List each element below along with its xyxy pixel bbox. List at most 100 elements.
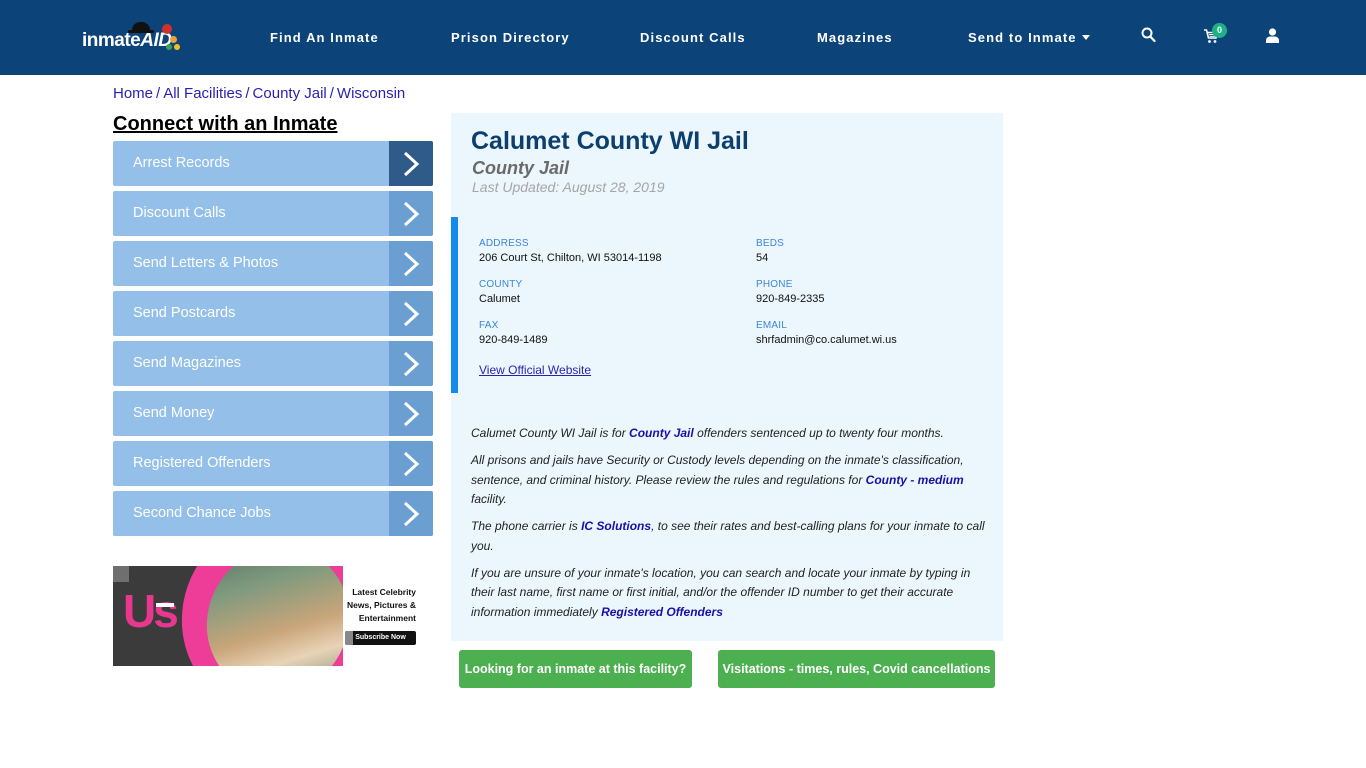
description-text: The phone carrier is (471, 519, 582, 533)
ad-tagline-line: Latest Celebrity (352, 587, 416, 597)
facility-panel: Calumet County WI Jail County Jail Last … (451, 113, 1003, 641)
sidebar-item-arrest-records[interactable]: Arrest Records (113, 141, 433, 186)
inmateaid-logo[interactable]: inmateAID (82, 22, 182, 56)
registered-offenders-link[interactable]: Registered Offenders (601, 605, 723, 619)
sidebar-item-label: Send Money (133, 405, 215, 421)
field-label: PHONE (756, 279, 793, 290)
description-paragraph: Calumet County WI Jail is for County Jai… (471, 424, 991, 444)
sidebar-item-label: Second Chance Jobs (133, 505, 271, 521)
sidebar-item-send-letters-photos[interactable]: Send Letters & Photos (113, 241, 433, 286)
logo-decoration (162, 24, 172, 34)
field-label: EMAIL (756, 320, 788, 331)
field-value: 920-849-2335 (756, 293, 825, 305)
field-value: 206 Court St, Chilton, WI 53014-1198 (479, 252, 662, 264)
nav-prison-directory[interactable]: Prison Directory (451, 30, 570, 45)
nav-send-to-inmate[interactable]: Send to Inmate (968, 30, 1090, 45)
ad-brand-tag (156, 603, 174, 607)
accent-bar (451, 217, 458, 393)
field-label: ADDRESS (479, 238, 529, 249)
field-value: 54 (756, 252, 769, 264)
us-weekly-ad-banner[interactable]: Us Latest Celebrity News, Pictures & Ent… (113, 566, 433, 666)
sidebar-item-registered-offenders[interactable]: Registered Offenders (113, 441, 433, 486)
breadcrumb-wisconsin[interactable]: Wisconsin (337, 85, 405, 102)
field-value: Calumet (479, 293, 520, 305)
sidebar-menu: Arrest Records Discount Calls Send Lette… (113, 141, 433, 541)
breadcrumb: Home / All Facilities / County Jail / Wisconsi… (113, 85, 405, 102)
chevron-right-icon (389, 391, 433, 436)
county-jail-link[interactable]: County Jail (629, 426, 694, 440)
find-inmate-at-facility-button[interactable]: Looking for an inmate at this facility? (459, 650, 692, 688)
address-field: ADDRESS 206 Court St, Chilton, WI 53014-… (479, 238, 662, 264)
logo-text: inmateAID (82, 30, 172, 51)
field-label: FAX (479, 320, 499, 331)
sidebar-title: Connect with an Inmate (113, 113, 338, 135)
ad-tagline-line: Entertainment (358, 613, 416, 623)
sidebar-item-send-magazines[interactable]: Send Magazines (113, 341, 433, 386)
beds-field: BEDS 54 (756, 238, 784, 264)
description-paragraph: If you are unsure of your inmate's locat… (471, 564, 991, 623)
top-navigation-bar: inmateAID Find An Inmate Prison Director… (0, 0, 1366, 75)
breadcrumb-county-jail[interactable]: County Jail (253, 85, 327, 102)
county-medium-link[interactable]: County - medium (866, 473, 964, 487)
sidebar-item-label: Send Magazines (133, 355, 242, 371)
chevron-right-icon (389, 191, 433, 236)
fax-field: FAX 920-849-1489 (479, 320, 548, 346)
chevron-right-icon (389, 291, 433, 336)
breadcrumb-separator: / (156, 85, 161, 102)
sidebar-item-label: Registered Offenders (133, 455, 271, 471)
search-icon[interactable] (1141, 27, 1156, 48)
breadcrumb-separator: / (329, 85, 334, 102)
chevron-right-icon (389, 491, 433, 536)
last-updated: Last Updated: August 28, 2019 (472, 179, 665, 195)
field-label: COUNTY (479, 279, 523, 290)
sidebar-item-label: Arrest Records (133, 155, 230, 171)
sidebar-item-send-postcards[interactable]: Send Postcards (113, 291, 433, 336)
logo-decoration (166, 44, 172, 50)
email-field: EMAIL shrfadmin@co.calumet.wi.us (756, 320, 897, 346)
ad-tagline: Latest Celebrity News, Pictures & Entert… (347, 586, 416, 625)
breadcrumb-all-facilities[interactable]: All Facilities (163, 85, 242, 102)
facility-description: Calumet County WI Jail is for County Jai… (471, 424, 991, 630)
facility-type: County Jail (472, 158, 570, 178)
logo-decoration (174, 44, 180, 50)
description-paragraph: All prisons and jails have Security or C… (471, 451, 991, 510)
sidebar-item-second-chance-jobs[interactable]: Second Chance Jobs (113, 491, 433, 536)
breadcrumb-home[interactable]: Home (113, 85, 153, 102)
phone-field: PHONE 920-849-2335 (756, 279, 825, 305)
description-text: Calumet County WI Jail is for (471, 426, 630, 440)
nav-find-an-inmate[interactable]: Find An Inmate (270, 30, 379, 45)
description-text: facility. (471, 492, 507, 506)
description-paragraph: The phone carrier is IC Solutions, to se… (471, 517, 991, 556)
chevron-right-icon (389, 141, 433, 186)
cart-count-badge: 0 (1212, 23, 1227, 38)
chevron-right-icon (389, 341, 433, 386)
nav-magazines[interactable]: Magazines (817, 30, 893, 45)
sidebar-item-label: Discount Calls (133, 205, 226, 221)
ad-subscribe-button[interactable]: Subscribe Now (345, 631, 416, 645)
field-value: shrfadmin@co.calumet.wi.us (756, 334, 897, 346)
logo-decoration (170, 36, 177, 43)
ad-brand-logo: Us (123, 585, 179, 637)
ad-tagline-line: News, Pictures & (347, 600, 416, 610)
caret-down-icon (1081, 35, 1090, 40)
ic-solutions-link[interactable]: IC Solutions (581, 519, 651, 533)
user-icon[interactable] (1266, 28, 1279, 48)
field-label: BEDS (756, 238, 785, 249)
breadcrumb-separator: / (245, 85, 250, 102)
nav-send-to-inmate-label: Send to Inmate (968, 30, 1077, 45)
description-text: offenders sentenced up to twenty four mo… (693, 426, 944, 440)
view-official-website-link[interactable]: View Official Website (479, 363, 591, 377)
page-title: Calumet County WI Jail (471, 127, 749, 155)
field-value: 920-849-1489 (479, 334, 548, 346)
chevron-right-icon (389, 441, 433, 486)
nav-discount-calls[interactable]: Discount Calls (640, 30, 746, 45)
chevron-right-icon (389, 241, 433, 286)
facility-info-card: ADDRESS 206 Court St, Chilton, WI 53014-… (451, 217, 1003, 393)
visitations-button[interactable]: Visitations - times, rules, Covid cancel… (718, 650, 995, 688)
sidebar-item-label: Send Postcards (133, 305, 236, 321)
ad-corner (113, 566, 129, 582)
logo-hat-icon (128, 22, 154, 33)
sidebar-item-discount-calls[interactable]: Discount Calls (113, 191, 433, 236)
sidebar-item-send-money[interactable]: Send Money (113, 391, 433, 436)
sidebar-item-label: Send Letters & Photos (133, 255, 279, 271)
